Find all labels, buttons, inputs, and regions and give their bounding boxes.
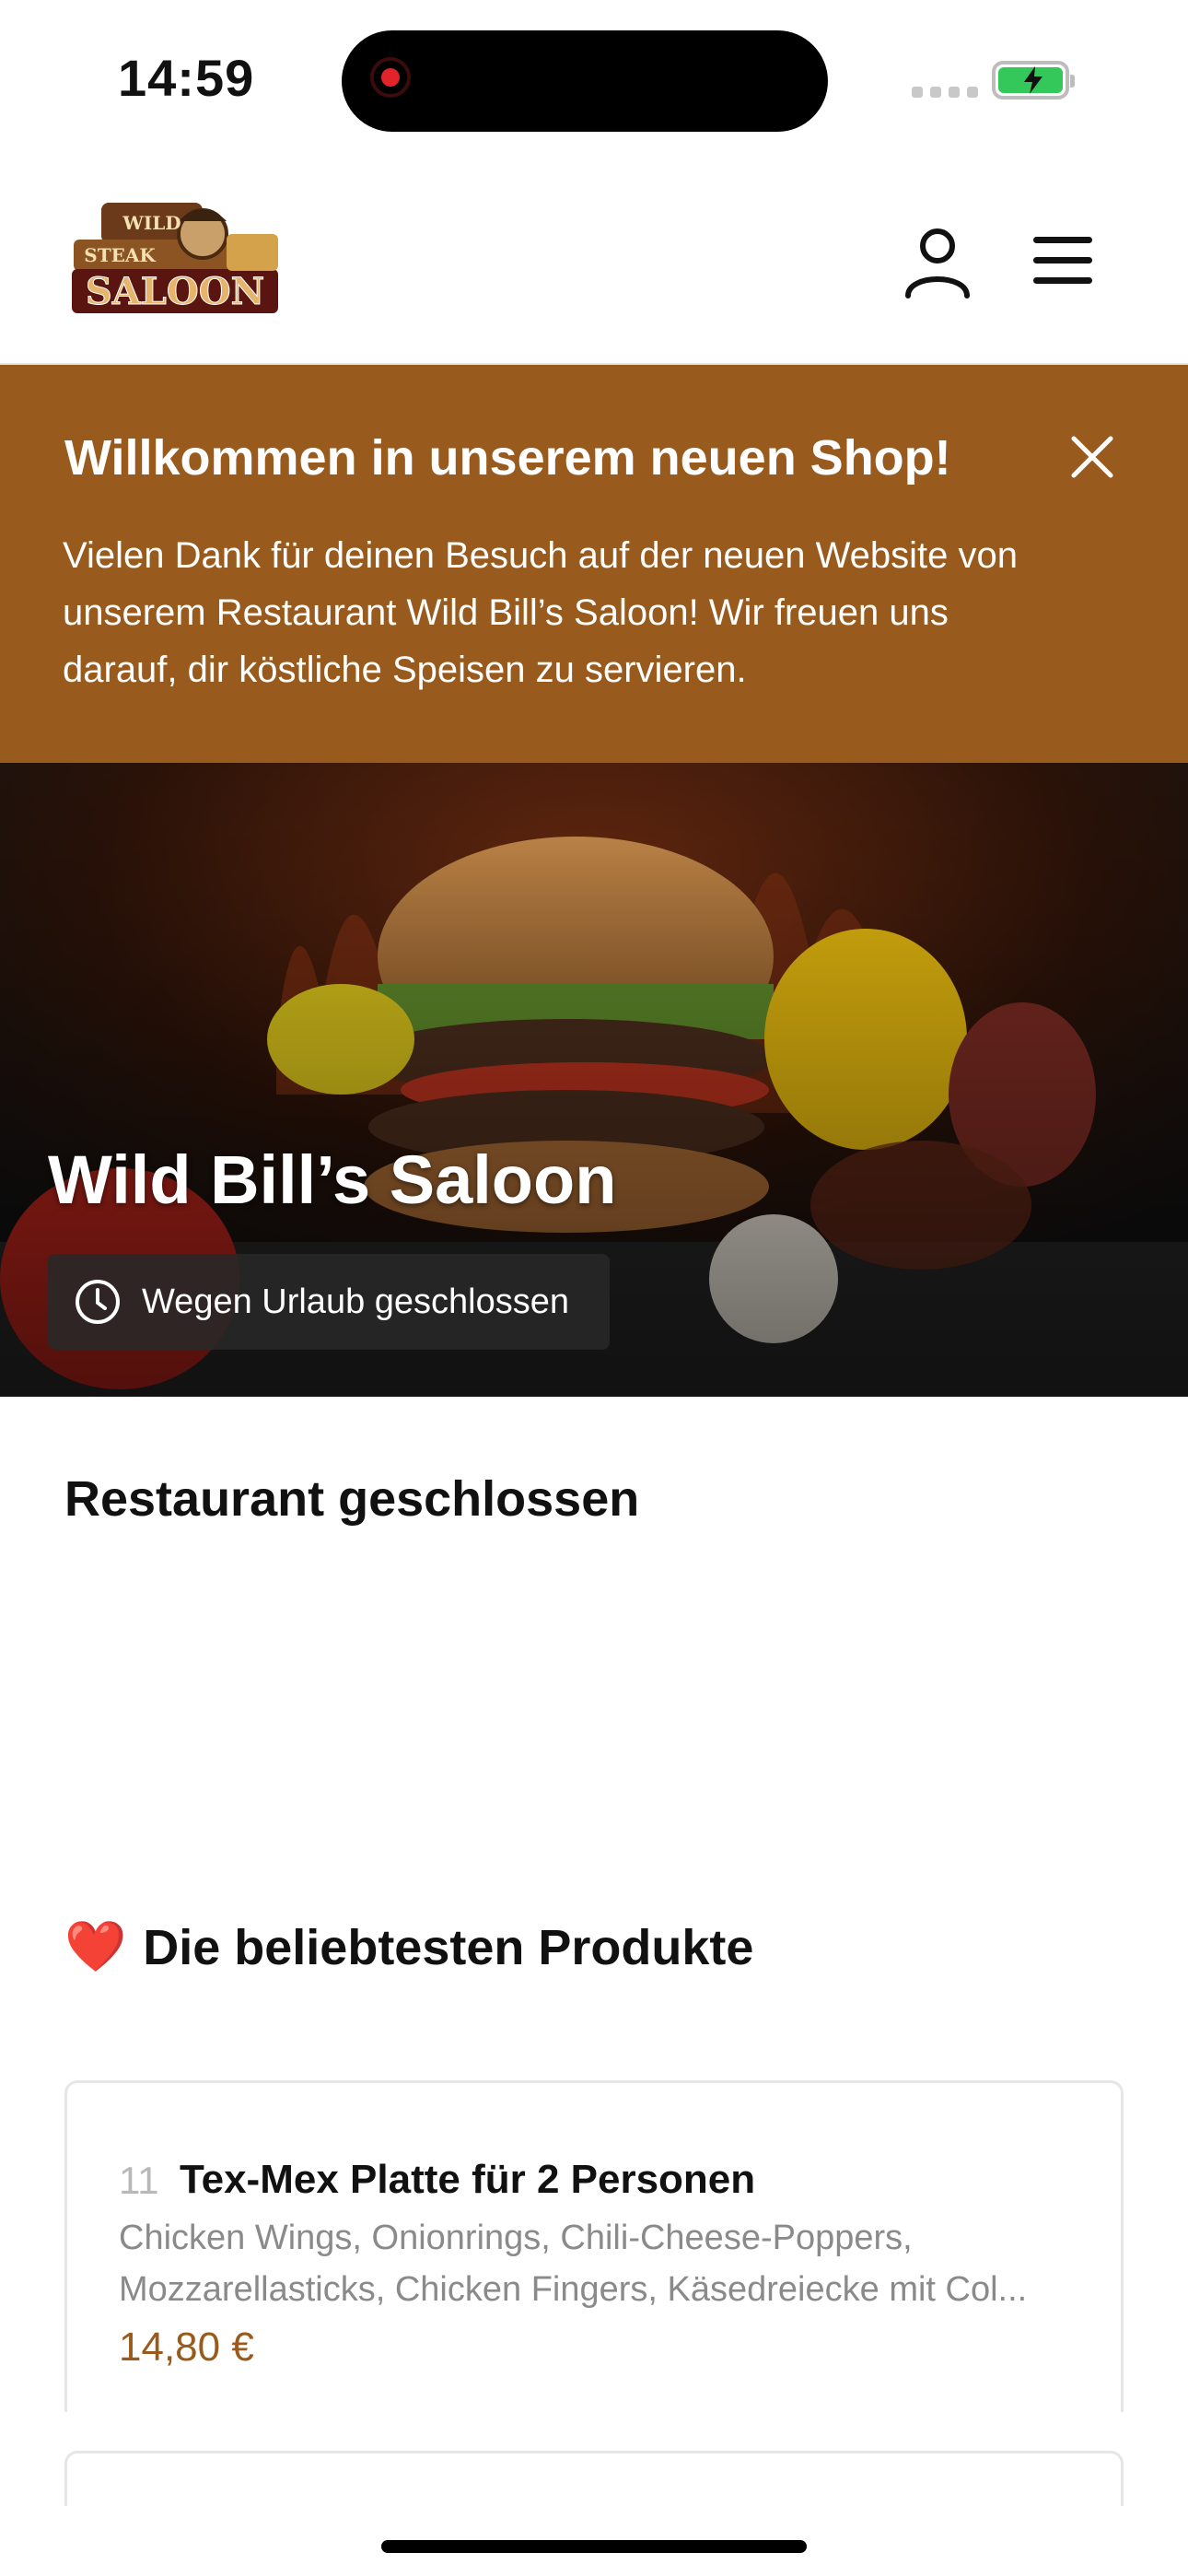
- saloon-logo[interactable]: WILD STEAK SALOON: [64, 197, 285, 317]
- dynamic-island: [342, 30, 828, 132]
- svg-text:WILD: WILD: [122, 212, 181, 234]
- hamburger-menu-icon[interactable]: [1030, 235, 1096, 287]
- welcome-banner: Willkommen in unserem neuen Shop! Vielen…: [0, 365, 1188, 763]
- battery-charging-icon: [992, 61, 1075, 100]
- home-indicator[interactable]: [381, 2540, 807, 2553]
- product-card[interactable]: [64, 2451, 1124, 2506]
- status-time: 14:59: [118, 49, 255, 107]
- close-icon[interactable]: [1068, 433, 1116, 481]
- cellular-signal-icon: [912, 87, 978, 98]
- svg-text:STEAK: STEAK: [84, 244, 156, 266]
- banner-message: Vielen Dank für deinen Besuch auf der ne…: [63, 535, 1018, 690]
- restaurant-name: Wild Bill’s Saloon: [48, 1142, 617, 1218]
- product-number: 11: [119, 2159, 159, 2202]
- banner-title: Willkommen in unserem neuen Shop!: [64, 430, 951, 486]
- product-price: 14,80 €: [119, 2324, 254, 2370]
- product-name: Tex-Mex Platte für 2 Personen: [180, 2157, 756, 2202]
- site-header: WILD STEAK SALOON: [0, 157, 1188, 366]
- restaurant-closed-heading: Restaurant geschlossen: [64, 1471, 640, 1527]
- svg-text:SALOON: SALOON: [86, 270, 264, 313]
- restaurant-hero: Wild Bill’s Saloon Wegen Urlaub geschlos…: [0, 763, 1188, 1397]
- product-card[interactable]: 11 Tex-Mex Platte für 2 Personen Chicken…: [64, 2080, 1124, 2412]
- heart-icon: ❤️: [64, 1919, 127, 1974]
- clock-icon: [76, 1280, 120, 1324]
- opening-status-text: Wegen Urlaub geschlossen: [142, 1282, 570, 1321]
- popular-products-heading: ❤️ Die beliebtesten Produkte: [64, 1919, 754, 1975]
- screen-record-icon: [370, 57, 411, 98]
- opening-status-badge: Wegen Urlaub geschlossen: [48, 1254, 610, 1350]
- user-account-icon[interactable]: [903, 226, 973, 299]
- product-description: Chicken Wings, Onionrings, Chili-Cheese-…: [119, 2219, 1028, 2309]
- status-bar: 14:59: [0, 0, 1188, 157]
